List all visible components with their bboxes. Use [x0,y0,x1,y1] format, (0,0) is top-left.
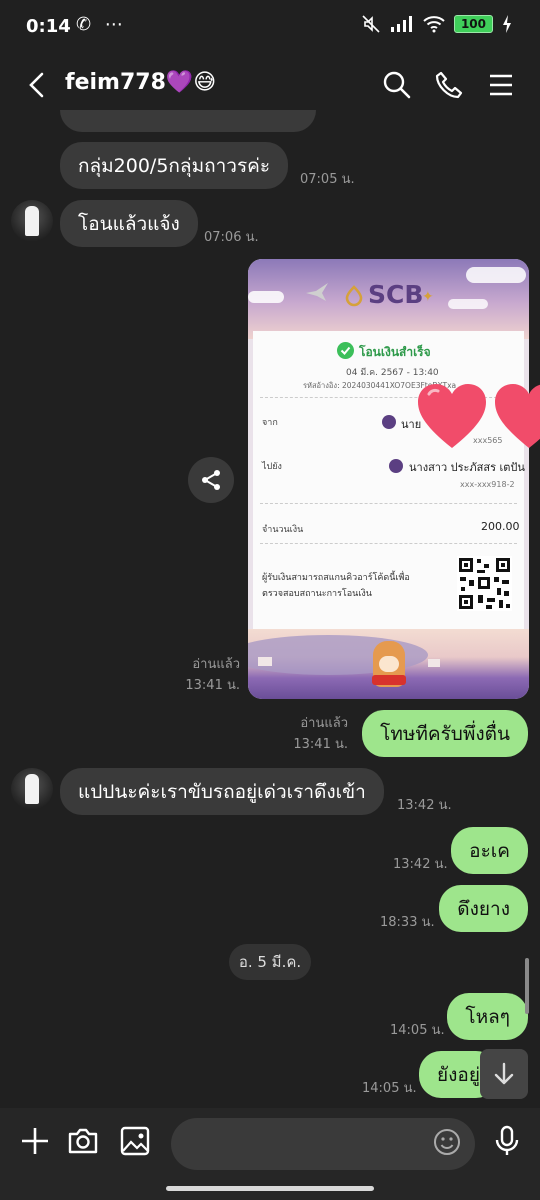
chat-header: feim778💜😅 [0,52,540,118]
menu-icon[interactable] [486,70,516,100]
message-text: โหลๆ [465,1005,510,1028]
previous-message-bubble[interactable] [60,110,316,132]
message-bubble-incoming[interactable]: โอนแล้วแจ้ง [60,200,198,247]
status-time: 0:14 [26,16,71,37]
date-divider: อ. 5 มี.ค. [229,944,311,980]
search-icon[interactable] [382,70,412,100]
message-time: 07:05 น. [300,172,355,187]
bird-icon [306,283,328,301]
slip-time: 13:41 น. [185,678,240,693]
scb-logo-icon [345,285,363,307]
message-bubble-incoming[interactable]: แปปนะค่ะเราขับรถอยู่เด่วเราดึงเข้า [60,768,384,815]
charging-icon [503,15,511,33]
scb-logo-icon [382,415,396,429]
camera-icon[interactable] [66,1124,100,1158]
message-text: อะเค [469,839,510,862]
message-bubble-outgoing[interactable]: โทษทีครับพึ่งตื่น [362,710,528,757]
mute-icon [362,15,380,33]
chevron-left-icon[interactable] [22,68,54,102]
dog-scarf [372,675,406,685]
cloud-decoration [248,291,284,303]
slip-to-account: xxx-xxx918-2 [460,480,515,489]
qr-code-icon [457,556,512,611]
home-indicator[interactable] [166,1186,374,1191]
message-bubble-outgoing[interactable]: ดึงยาง [439,885,528,932]
mic-icon[interactable] [490,1124,524,1158]
cloud-decoration [448,299,488,309]
message-time: 18:33 น. [380,915,435,930]
share-icon [202,470,220,490]
slip-bank-name: SCB [368,280,424,309]
message-bubble-outgoing[interactable]: อะเค [451,827,528,874]
scrollbar-thumb[interactable] [525,958,529,1014]
cloud-decoration [466,267,526,283]
message-text: กลุ่ม200/5กลุ่มถาวรค่ะ [78,154,271,177]
emoji-icon[interactable] [432,1127,462,1157]
success-check-icon [337,342,354,359]
farmhouse-decoration [428,659,440,667]
scb-logo-icon [389,459,403,473]
message-time: 13:41 น. [293,737,348,752]
message-bubble-incoming[interactable]: กลุ่ม200/5กลุ่มถาวรค่ะ [60,142,289,189]
date-divider-text: อ. 5 มี.ค. [238,953,302,971]
message-time: 13:42 น. [393,857,448,872]
arrow-down-icon [494,1062,514,1085]
slip-status: โอนเงินสำเร็จ [359,345,431,359]
farmhouse-decoration [258,657,272,666]
heart-icon [495,384,540,448]
scroll-to-bottom-button[interactable] [480,1049,528,1099]
slip-amount-label: จำนวนเงิน [262,525,304,535]
message-input[interactable] [171,1118,475,1170]
message-text: ยังอยู่ [437,1063,480,1086]
message-text: โทษทีครับพึ่งตื่น [380,722,510,745]
message-text: โอนแล้วแจ้ง [78,212,180,235]
avatar[interactable] [11,200,53,242]
read-receipt: อ่านแล้ว [300,716,348,731]
heart-icon [418,384,486,448]
message-time: 14:05 น. [362,1081,417,1096]
slip-amount: 200.00 [481,520,520,533]
slip-to-label: ไปยัง [262,462,282,472]
message-input-bar [0,1108,540,1200]
message-bubble-outgoing[interactable]: โหลๆ [447,993,528,1040]
wifi-icon [423,16,445,33]
slip-from-label: จาก [262,418,278,428]
slip-divider [260,543,517,544]
slip-qr-note-line1: ผู้รับเงินสามารถสแกนคิวอาร์โค้ดนี้เพื่อ [262,573,410,583]
slip-qr-note-line2: ตรวจสอบสถานะการโอนเงิน [262,589,372,599]
image-icon[interactable] [118,1124,152,1158]
status-notification-icons: ✆ ⋯ [76,14,127,35]
slip-date: 04 มี.ค. 2567 - 13:40 [346,368,439,378]
slip-read-receipt: อ่านแล้ว [192,657,240,672]
signal-icon [390,16,412,32]
share-button[interactable] [188,457,234,503]
slip-to-name: นางสาว ประภัสสร เตปัน [409,461,525,474]
phone-icon[interactable] [434,70,464,100]
sparkle-icon: ✦ [422,289,434,305]
plus-icon[interactable] [18,1124,52,1158]
transfer-slip-image[interactable]: SCB ✦ โอนเงินสำเร็จ 04 มี.ค. 2567 - 13:4… [248,259,529,699]
message-time: 07:06 น. [204,230,259,245]
status-bar: 0:14 ✆ ⋯ 100 [0,0,540,52]
status-right-icons: 100 [361,14,512,34]
message-text: ดึงยาง [457,897,510,920]
shiba-dog-face [379,656,399,672]
message-time: 13:42 น. [397,798,452,813]
message-text: แปปนะค่ะเราขับรถอยู่เด่วเราดึงเข้า [78,780,366,803]
avatar[interactable] [11,768,53,810]
slip-divider [260,503,517,504]
battery-level: 100 [453,15,493,33]
chat-title: feim778💜😅 [65,70,217,95]
message-time: 14:05 น. [390,1023,445,1038]
